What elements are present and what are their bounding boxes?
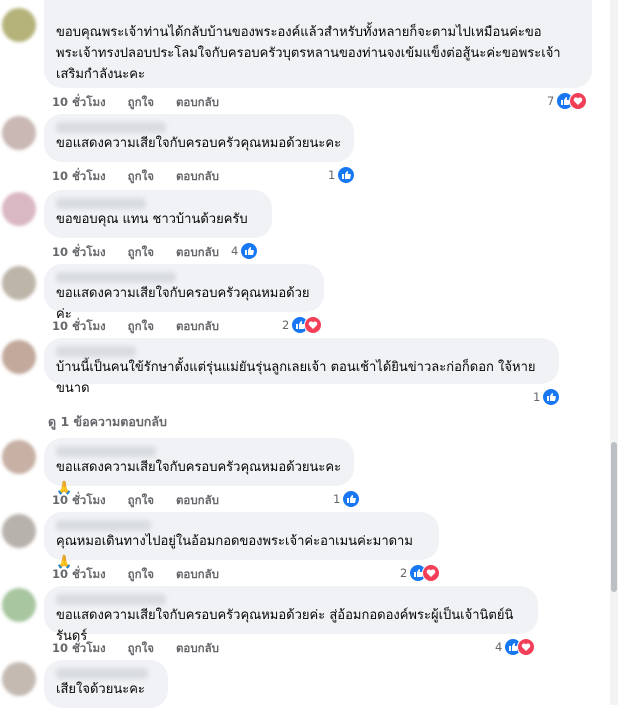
avatar[interactable] (2, 440, 36, 474)
reaction-summary[interactable]: 2 (400, 564, 441, 582)
comment-bubble: ขอแสดงความเสียใจกับครอบครัวคุณหมอด้วยนะค… (44, 438, 354, 496)
author-name[interactable] (56, 446, 156, 457)
reaction-count: 2 (400, 566, 408, 580)
comment-text: ขอขอบคุณ แทน ชาวบ้านด้วยครับ (56, 212, 248, 227)
comment-bubble: ขอแสดงความเสียใจกับครอบครัวคุณหมอด้วยนะค… (44, 114, 354, 162)
comment-actions: 10 ชั่วโมง ถูกใจ ตอบกลับ (52, 94, 219, 112)
reply-button[interactable]: ตอบกลับ (176, 640, 219, 658)
comment-bubble: คุณหมอเดินทางไปอยู่ในอ้อมกอดของพระเจ้าค่… (44, 512, 439, 570)
comment-time[interactable]: 10 ชั่วโมง (52, 640, 106, 658)
reaction-count: 4 (495, 640, 503, 654)
comment-bubble: ขอแสดงความเสียใจกับครอบครัวคุณหมอด้วยค่ะ (44, 264, 324, 322)
reaction-summary[interactable]: 4 (231, 242, 259, 260)
reaction-count: 1 (533, 390, 541, 404)
comment-time[interactable]: 10 ชั่วโมง (52, 244, 106, 262)
like-icon (240, 242, 259, 260)
reaction-summary[interactable]: 1 (333, 490, 361, 508)
comment-bubble: ขอบคุณพระเจ้าท่านได้กลับบ้านของพระองค์แล… (44, 0, 592, 88)
avatar[interactable] (2, 192, 36, 226)
avatar[interactable] (2, 662, 36, 696)
reply-button[interactable]: ตอบกลับ (176, 244, 219, 262)
like-icon (542, 388, 561, 406)
author-name[interactable] (56, 520, 151, 531)
like-icon (337, 166, 356, 184)
comment-bubble: ขอแสดงความเสียใจกับครอบครัวคุณหมอด้วยค่ะ… (44, 586, 538, 644)
comment-bubble: บ้านนี้เป็นคนใข้รักษาตั้งแต่รุ่นแม่ยันรุ… (44, 338, 559, 396)
love-icon (304, 316, 323, 334)
reply-button[interactable]: ตอบกลับ (176, 94, 219, 112)
like-button[interactable]: ถูกใจ (128, 168, 154, 186)
author-name[interactable] (56, 668, 148, 679)
scrollbar[interactable] (610, 0, 618, 705)
avatar[interactable] (2, 588, 36, 622)
reply-button[interactable]: ตอบกลับ (176, 318, 219, 336)
like-button[interactable]: ถูกใจ (128, 492, 154, 510)
reply-button[interactable]: ตอบกลับ (176, 492, 219, 510)
reaction-summary[interactable]: 7 (547, 92, 588, 110)
like-button[interactable]: ถูกใจ (128, 566, 154, 584)
author-name[interactable] (56, 594, 166, 605)
like-button[interactable]: ถูกใจ (128, 640, 154, 658)
love-icon (517, 638, 536, 656)
comment-actions: 10 ชั่วโมง ถูกใจ ตอบกลับ (52, 492, 219, 510)
avatar[interactable] (2, 266, 36, 300)
comment-time[interactable]: 10 ชั่วโมง (52, 168, 106, 186)
reply-button[interactable]: ตอบกลับ (176, 168, 219, 186)
author-name[interactable] (56, 272, 176, 283)
avatar[interactable] (2, 514, 36, 548)
reaction-summary[interactable]: 1 (533, 388, 561, 406)
like-button[interactable]: ถูกใจ (128, 94, 154, 112)
comment-time[interactable]: 10 ชั่วโมง (52, 492, 106, 510)
comment-text: บ้านนี้เป็นคนใข้รักษาตั้งแต่รุ่นแม่ยันรุ… (56, 360, 536, 396)
reaction-count: 1 (328, 168, 336, 182)
comment-time[interactable]: 10 ชั่วโมง (52, 94, 106, 112)
reaction-count: 2 (282, 318, 290, 332)
comment-actions: 10 ชั่วโมง ถูกใจ ตอบกลับ (52, 244, 219, 262)
comment-bubble: ขอขอบคุณ แทน ชาวบ้านด้วยครับ (44, 190, 272, 238)
reaction-count: 7 (547, 94, 555, 108)
view-replies-link[interactable]: ดู 1 ข้อความตอบกลับ (48, 412, 167, 432)
like-button[interactable]: ถูกใจ (128, 244, 154, 262)
author-name[interactable] (56, 346, 136, 357)
comment-text: เสียใจด้วยนะคะ (56, 682, 145, 697)
love-icon (422, 564, 441, 582)
scrollbar-thumb[interactable] (611, 442, 617, 592)
reply-button[interactable]: ตอบกลับ (176, 566, 219, 584)
love-icon (569, 92, 588, 110)
author-name[interactable] (56, 198, 146, 209)
comment-actions: 10 ชั่วโมง ถูกใจ ตอบกลับ (52, 318, 219, 336)
avatar[interactable] (2, 8, 36, 42)
reaction-count: 1 (333, 492, 341, 506)
comment-actions: 10 ชั่วโมง ถูกใจ ตอบกลับ (52, 640, 219, 658)
comment-text: ขอบคุณพระเจ้าท่านได้กลับบ้านของพระองค์แล… (56, 25, 561, 82)
reaction-summary[interactable]: 1 (328, 166, 356, 184)
comment-time[interactable]: 10 ชั่วโมง (52, 566, 106, 584)
author-name[interactable] (56, 122, 166, 133)
like-icon (342, 490, 361, 508)
comment-actions: 10 ชั่วโมง ถูกใจ ตอบกลับ (52, 168, 219, 186)
avatar[interactable] (2, 340, 36, 374)
like-button[interactable]: ถูกใจ (128, 318, 154, 336)
avatar[interactable] (2, 116, 36, 150)
comment-bubble: เสียใจด้วยนะคะ (44, 660, 168, 708)
reaction-summary[interactable]: 2 (282, 316, 323, 334)
comment-actions: 10 ชั่วโมง ถูกใจ ตอบกลับ (52, 566, 219, 584)
comment-time[interactable]: 10 ชั่วโมง (52, 318, 106, 336)
reaction-summary[interactable]: 4 (495, 638, 536, 656)
reaction-count: 4 (231, 244, 239, 258)
comment-text: ขอแสดงความเสียใจกับครอบครัวคุณหมอด้วยนะค… (56, 136, 342, 151)
